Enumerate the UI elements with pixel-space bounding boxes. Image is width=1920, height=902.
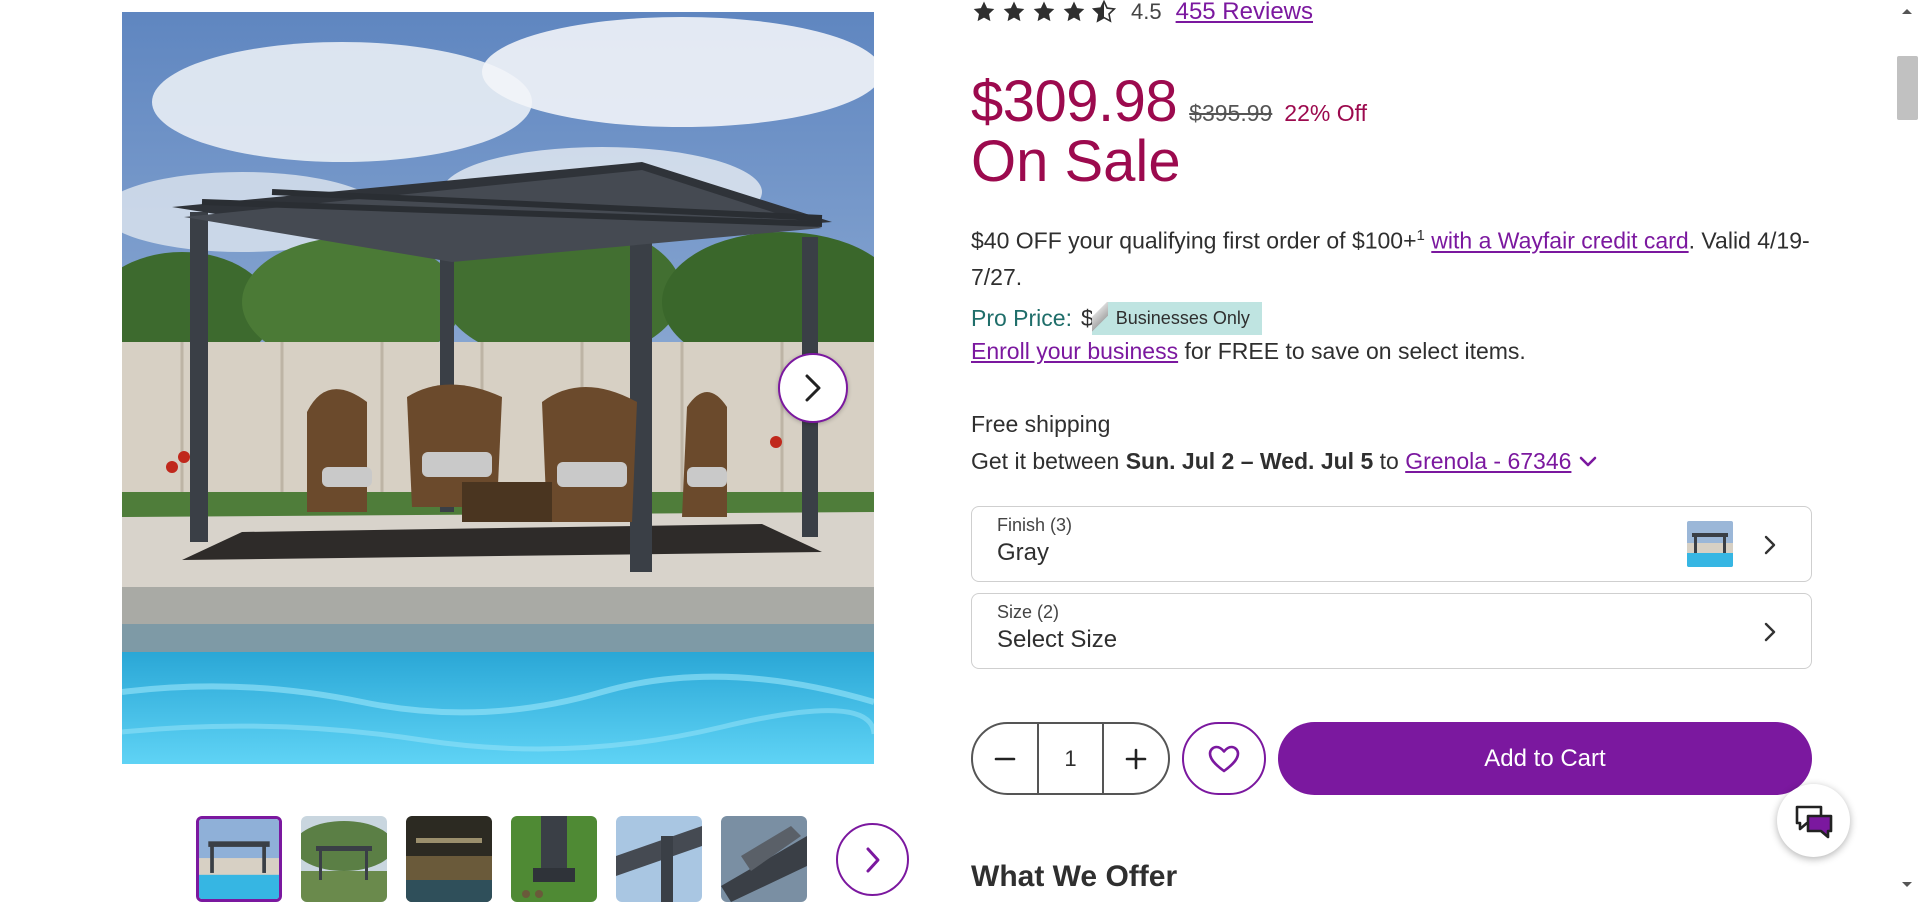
scroll-up-arrow-icon[interactable] xyxy=(1900,6,1914,16)
free-shipping: Free shipping xyxy=(971,411,1111,437)
percent-off: 22% Off xyxy=(1284,100,1367,126)
enroll-text: for FREE to save on select items. xyxy=(1178,338,1526,364)
star-icon xyxy=(1063,1,1085,22)
heart-icon xyxy=(1208,745,1240,772)
plus-icon xyxy=(1125,748,1147,769)
thumbnail-6[interactable] xyxy=(721,816,807,902)
price-row: $309.98 $395.99 22% Off xyxy=(971,68,1367,135)
delivery-location-link[interactable]: Grenola - 67346 xyxy=(1405,448,1571,474)
chevron-right-icon xyxy=(1764,622,1776,642)
enroll-business-link[interactable]: Enroll your business xyxy=(971,338,1178,364)
thumbnail-4[interactable] xyxy=(511,816,597,902)
chat-icon xyxy=(1795,805,1832,838)
delivery-to: to xyxy=(1373,448,1406,474)
thumbnail-5[interactable] xyxy=(616,816,702,902)
thumbnail-next-button[interactable] xyxy=(836,823,909,896)
promo-footnote: 1 xyxy=(1416,227,1425,244)
credit-card-promo: $40 OFF your qualifying first order of $… xyxy=(971,218,1811,295)
size-value: Select Size xyxy=(997,626,1118,653)
original-price: $395.99 xyxy=(1189,100,1273,126)
scrollbar-thumb[interactable] xyxy=(1897,56,1918,120)
thumbnail-strip xyxy=(196,816,807,902)
add-to-cart-button[interactable]: Add to Cart xyxy=(1278,722,1812,795)
minus-icon xyxy=(994,757,1016,760)
on-sale-label: On Sale xyxy=(971,129,1181,194)
star-icon xyxy=(973,1,995,22)
finish-label: Finish (3) xyxy=(997,515,1073,535)
enroll-row: Enroll your business for FREE to save on… xyxy=(971,338,1526,365)
size-selector[interactable]: Size (2) Select Size xyxy=(971,593,1812,669)
decrease-quantity-button[interactable] xyxy=(973,724,1037,793)
reviews-link[interactable]: 455 Reviews xyxy=(1176,0,1313,26)
pro-price-label: Pro Price: xyxy=(971,305,1072,331)
businesses-only-badge: Businesses Only xyxy=(1091,302,1262,335)
chevron-down-icon[interactable] xyxy=(1579,456,1597,468)
page-scrollbar[interactable] xyxy=(1895,0,1920,902)
increase-quantity-button[interactable] xyxy=(1104,724,1168,793)
credit-card-link[interactable]: with a Wayfair credit card xyxy=(1431,228,1688,254)
thumbnail-3[interactable] xyxy=(406,816,492,902)
chat-button[interactable] xyxy=(1777,784,1850,857)
quantity-input[interactable]: 1 xyxy=(1037,724,1104,793)
rating-value: 4.5 xyxy=(1131,0,1162,24)
finish-selector[interactable]: Finish (3) Gray xyxy=(971,506,1812,582)
finish-value: Gray xyxy=(997,539,1050,566)
rating-row: 4.5 455 Reviews xyxy=(971,0,1313,26)
image-next-button[interactable] xyxy=(778,353,848,423)
chevron-right-icon xyxy=(805,374,821,402)
quantity-stepper: 1 xyxy=(971,722,1170,795)
promo-text: $40 OFF your qualifying first order of $… xyxy=(971,227,1417,254)
finish-swatch-image xyxy=(1687,521,1733,567)
star-icon xyxy=(1033,1,1055,22)
delivery-dates: Sun. Jul 2 – Wed. Jul 5 xyxy=(1125,448,1374,474)
delivery-estimate: Get it between Sun. Jul 2 – Wed. Jul 5 t… xyxy=(971,448,1597,475)
chevron-right-icon xyxy=(866,847,879,872)
businesses-only-text: Businesses Only xyxy=(1115,308,1250,328)
thumbnail-2[interactable] xyxy=(301,816,387,902)
delivery-prefix: Get it between xyxy=(971,448,1126,474)
pro-price-row: Pro Price: $ Businesses Only xyxy=(971,302,1262,335)
size-label: Size (2) xyxy=(997,602,1060,622)
sale-price: $309.98 xyxy=(971,69,1178,134)
main-product-image[interactable] xyxy=(122,12,874,764)
half-star-icon xyxy=(1091,0,1117,23)
favorite-button[interactable] xyxy=(1182,722,1266,795)
scroll-down-arrow-icon[interactable] xyxy=(1900,880,1914,890)
what-we-offer-heading: What We Offer xyxy=(971,860,1178,893)
rating-stars xyxy=(971,0,1117,24)
thumbnail-1[interactable] xyxy=(196,816,282,902)
star-icon xyxy=(1003,1,1025,22)
chevron-right-icon xyxy=(1764,535,1776,555)
